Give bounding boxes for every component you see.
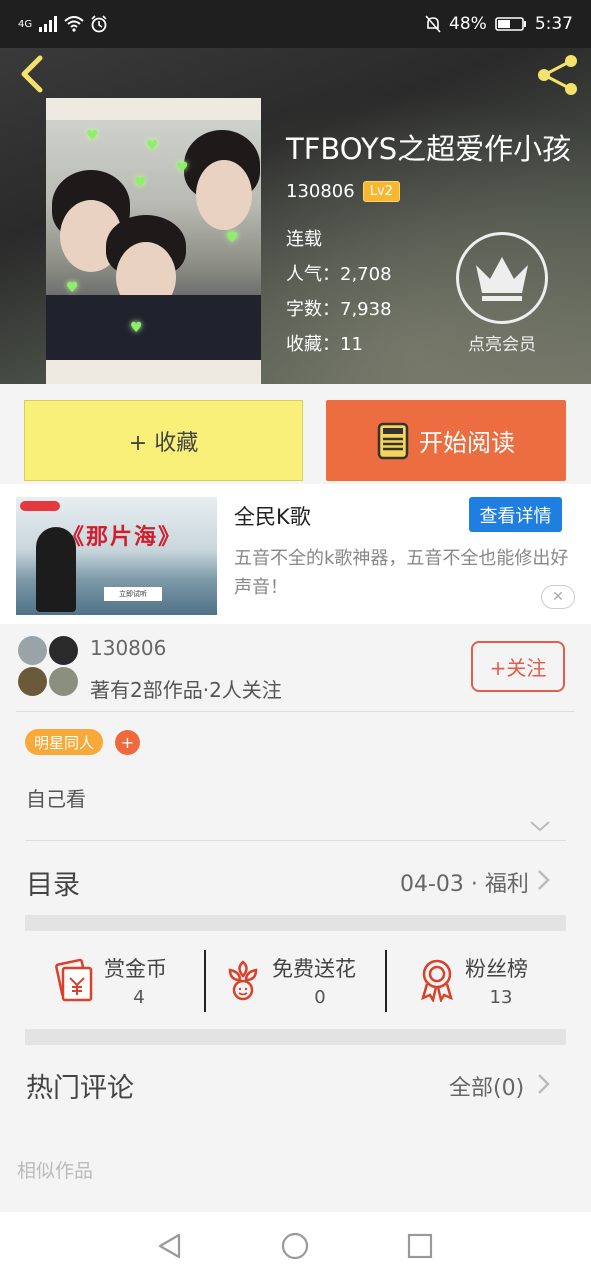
ad-close-button[interactable]: ✕ bbox=[541, 585, 575, 609]
follow-button[interactable]: +关注 bbox=[471, 641, 565, 692]
action-bar: + 收藏 开始阅读 bbox=[0, 384, 591, 484]
word-count: 字数：7,938 bbox=[286, 299, 392, 320]
flowers-stat[interactable]: 免费送花 0 bbox=[206, 946, 386, 1016]
alarm-icon bbox=[91, 15, 107, 33]
reward-value: 4 bbox=[133, 987, 145, 1008]
ad-detail-button[interactable]: 查看详情 bbox=[469, 497, 562, 532]
book-cover[interactable]: ♥ ♥ ♥ ♥ ♥ ♥ ♥ bbox=[46, 98, 261, 384]
divider bbox=[16, 711, 575, 712]
status-bar: 4G 48% 5:37 bbox=[0, 0, 591, 48]
system-nav-bar bbox=[0, 1212, 591, 1280]
popularity: 人气：2,708 bbox=[286, 264, 392, 285]
toc-label[interactable]: 目录 bbox=[26, 863, 80, 902]
chevron-right-icon[interactable] bbox=[535, 1072, 551, 1096]
fans-value: 13 bbox=[489, 987, 513, 1008]
network-type: 4G bbox=[18, 18, 33, 30]
vip-button[interactable]: 点亮会员 bbox=[456, 232, 548, 355]
author-name[interactable]: 130806 bbox=[286, 181, 355, 202]
ad-title: 全民K歌 bbox=[234, 505, 311, 529]
favorites-count: 收藏：11 bbox=[286, 334, 363, 355]
vip-label: 点亮会员 bbox=[468, 335, 536, 355]
cover-image: ♥ ♥ ♥ ♥ ♥ ♥ ♥ bbox=[46, 120, 261, 360]
chevron-down-icon[interactable] bbox=[528, 814, 552, 838]
author-row-name: 130806 bbox=[90, 636, 167, 660]
all-comments-link[interactable]: 全部(0) bbox=[449, 1070, 524, 1102]
toc-latest-chapter[interactable]: 04-03 · 福利 bbox=[400, 866, 529, 898]
section-band bbox=[25, 1029, 566, 1045]
crown-icon bbox=[476, 257, 528, 301]
author-line: 130806 Lv2 bbox=[286, 181, 400, 202]
ad-poster-button: 立即试听 bbox=[104, 587, 162, 601]
stats-row: 赏金币 4 免费送花 0 粉丝榜 13 bbox=[25, 946, 566, 1016]
battery-icon bbox=[495, 17, 526, 31]
back-chevron-icon[interactable] bbox=[14, 54, 54, 94]
ad-description: 五音不全的k歌神器，五音不全也能修出好声音！ bbox=[234, 548, 569, 598]
similar-works-label: 相似作品 bbox=[17, 1160, 94, 1182]
battery-percent: 48% bbox=[449, 14, 487, 34]
mute-bell-icon bbox=[425, 15, 441, 33]
book-title: TFBOYS之超爱作小孩 bbox=[286, 132, 572, 166]
section-band bbox=[25, 915, 566, 931]
level-badge: Lv2 bbox=[362, 181, 400, 202]
serial-status: 连载 bbox=[286, 229, 322, 250]
tag-chip[interactable]: 明星同人 bbox=[25, 729, 104, 755]
ad-poster-title: 《那片海》 bbox=[62, 524, 183, 550]
nav-recents-icon[interactable] bbox=[405, 1231, 435, 1261]
author-row[interactable]: 130806 著有2部作品·2人关注 +关注 bbox=[0, 624, 591, 712]
flowers-value: 0 bbox=[314, 987, 326, 1008]
nav-home-icon[interactable] bbox=[280, 1231, 310, 1261]
reward-stat[interactable]: 赏金币 4 bbox=[25, 946, 205, 1016]
fans-stat[interactable]: 粉丝榜 13 bbox=[387, 946, 566, 1016]
ad-banner[interactable]: 《那片海》 立即试听 全民K歌 查看详情 五音不全的k歌神器，五音不全也能修出好… bbox=[0, 484, 591, 624]
book-hero: ♥ ♥ ♥ ♥ ♥ ♥ ♥ TFBOYS之超爱作小孩 130806 Lv2 连载… bbox=[0, 48, 591, 384]
book-icon bbox=[377, 422, 409, 459]
reward-label: 赏金币 bbox=[104, 957, 167, 981]
hot-comments-label[interactable]: 热门评论 bbox=[26, 1066, 134, 1105]
start-reading-button[interactable]: 开始阅读 bbox=[326, 400, 566, 481]
start-reading-label: 开始阅读 bbox=[419, 429, 515, 457]
vip-circle bbox=[456, 232, 548, 324]
divider bbox=[25, 840, 566, 841]
chevron-right-icon[interactable] bbox=[535, 868, 551, 892]
signal-icon bbox=[39, 16, 58, 32]
author-avatar[interactable] bbox=[18, 636, 80, 698]
status-left: 4G bbox=[18, 15, 108, 33]
wifi-icon bbox=[64, 16, 84, 32]
add-tag-button[interactable]: + bbox=[115, 730, 140, 755]
flowers-label: 免费送花 bbox=[272, 957, 356, 981]
fans-label: 粉丝榜 bbox=[465, 957, 528, 981]
clock: 5:37 bbox=[534, 14, 573, 34]
ad-logo bbox=[20, 501, 60, 511]
author-row-info: 著有2部作品·2人关注 bbox=[90, 678, 282, 702]
status-right: 48% 5:37 bbox=[425, 14, 573, 34]
red-envelope-icon bbox=[55, 958, 93, 1002]
book-description: 自己看 bbox=[26, 787, 86, 811]
nav-back-icon[interactable] bbox=[155, 1231, 185, 1261]
medal-icon bbox=[421, 959, 453, 1002]
share-icon[interactable] bbox=[535, 52, 581, 98]
collect-button[interactable]: + 收藏 bbox=[24, 400, 303, 481]
flower-icon bbox=[228, 960, 258, 1001]
ad-image[interactable]: 《那片海》 立即试听 bbox=[16, 497, 217, 615]
